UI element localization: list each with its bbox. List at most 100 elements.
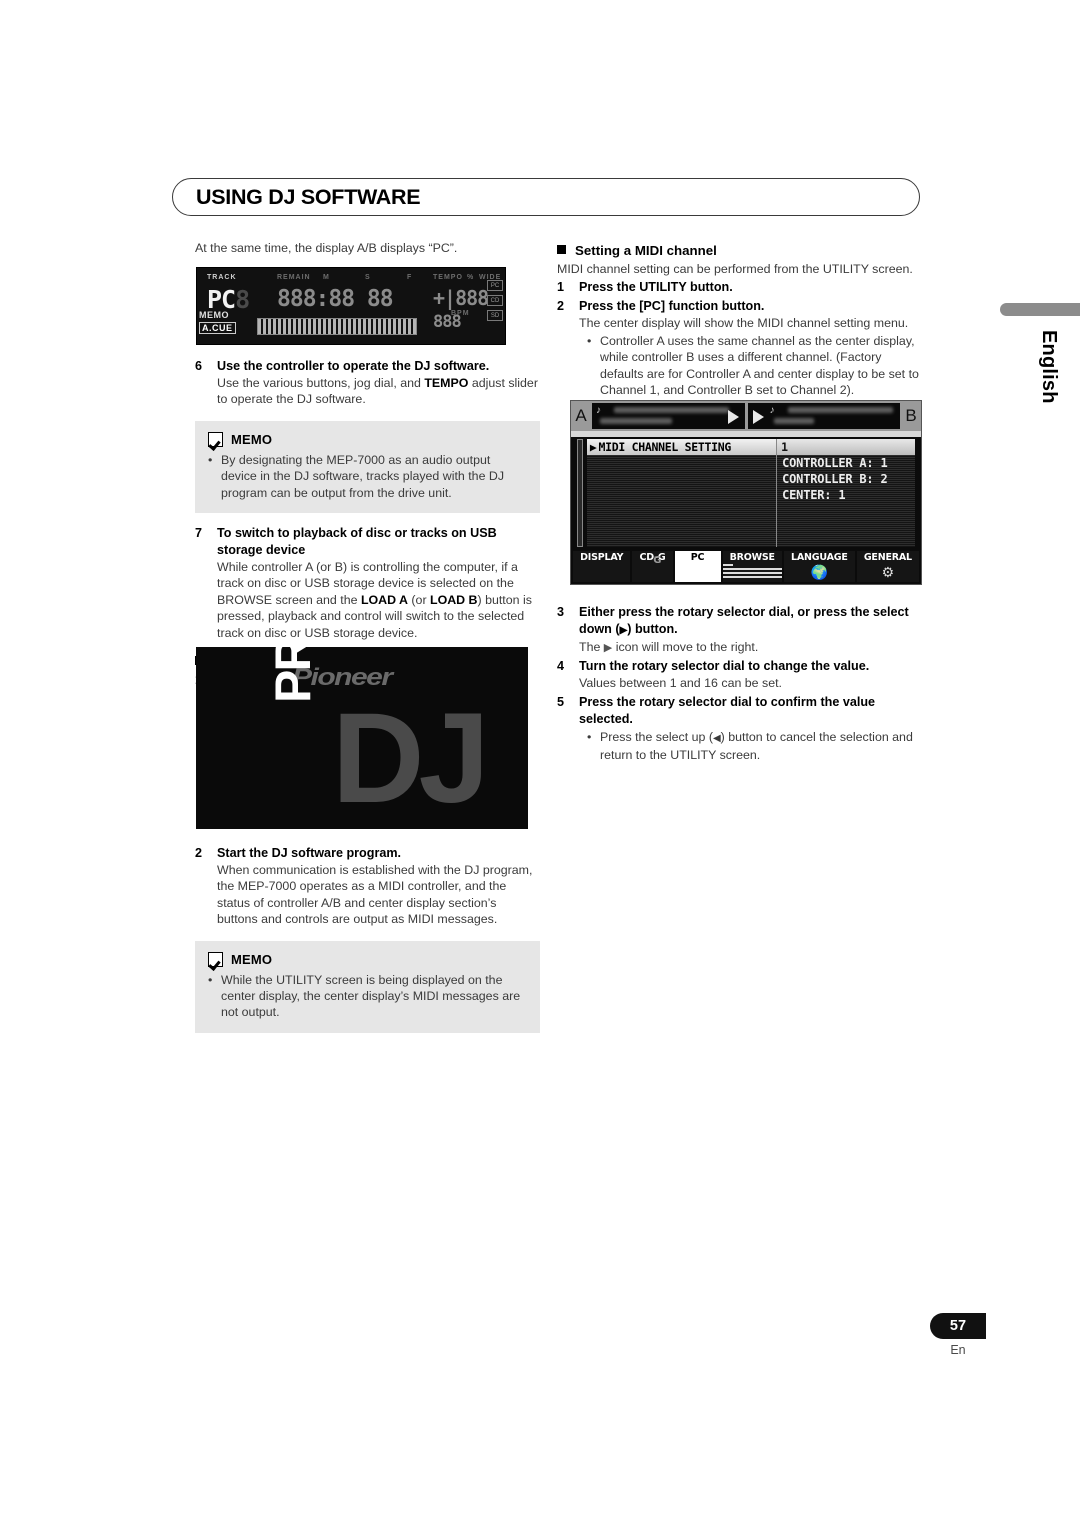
check-icon <box>208 431 223 447</box>
page-title: USING DJ SOFTWARE <box>196 185 421 209</box>
section-midi-intro: MIDI channel setting can be performed fr… <box>557 262 913 276</box>
function-button-browse[interactable]: BROWSE <box>722 551 782 582</box>
lcd-tempo-value: +|888 <box>433 286 489 310</box>
list-icon <box>722 564 782 582</box>
deck-b-track-info: ♪ <box>747 403 900 429</box>
step-2-left-number: 2 <box>195 846 203 860</box>
memo-box-2: MEMO • While the UTILITY screen is being… <box>195 940 540 1033</box>
step-2-right: 2 Press the [PC] function button. The ce… <box>557 298 922 398</box>
function-button-general[interactable]: GENERAL ⚙ <box>856 551 919 582</box>
side-tab-label: English <box>1038 330 1060 404</box>
midi-menu-list[interactable]: ▶ MIDI CHANNEL SETTING <box>586 439 778 547</box>
bullet-dot: • <box>587 729 592 744</box>
midi-menu-item-label: MIDI CHANNEL SETTING <box>598 440 732 454</box>
cursor-arrow-icon: ▶ <box>603 642 613 654</box>
midi-value-center: CENTER: 1 <box>782 488 846 502</box>
midi-value-selected[interactable]: 1 <box>777 439 915 455</box>
dj-wordmark: DJ <box>332 687 490 829</box>
right-column: Setting a MIDI channel MIDI channel sett… <box>557 243 922 398</box>
memo-box-1: MEMO • By designating the MEP-7000 as an… <box>195 420 540 514</box>
step-5-right-title: Press the rotary selector dial to confir… <box>579 694 876 726</box>
deck-status-bar: A ♪ ♪ B <box>571 401 921 431</box>
step-7: 7 To switch to playback of disc or track… <box>195 525 540 641</box>
left-column-body-2: 2 Start the DJ software program. When co… <box>195 843 540 1045</box>
cdg-icon <box>632 564 672 582</box>
function-button-browse-label: BROWSE <box>729 552 775 563</box>
midi-menu-body: ▶ MIDI CHANNEL SETTING 1 CONTROLLER A: 1… <box>571 431 921 551</box>
step-2-right-bullet-text: Controller A uses the same channel as th… <box>600 333 919 398</box>
midi-channel-screen-figure: A ♪ ♪ B ▶ MIDI CHANNEL SETTING 1 CONTROL… <box>570 400 922 585</box>
memo-2-title: MEMO <box>231 951 273 967</box>
lcd-display-figure: TRACK REMAIN M S F TEMPO % WIDE PC8 888:… <box>196 267 506 345</box>
function-button-cdg[interactable]: CD-G <box>632 551 673 582</box>
midi-value-controller-b: CONTROLLER B: 2 <box>782 472 888 486</box>
lcd-label-tempo: TEMPO <box>433 274 463 281</box>
bullet-dot: • <box>587 333 592 348</box>
step-1-right-title: Press the UTILITY button. <box>579 280 733 295</box>
cursor-arrow-icon: ▶ <box>589 440 597 454</box>
lcd-label-acue: A.CUE <box>199 322 236 334</box>
step-6: 6 Use the controller to operate the DJ s… <box>195 358 540 408</box>
step-3-right-desc: The ▶ icon will move to the right. <box>579 640 759 654</box>
lcd-label-m: M <box>323 274 330 281</box>
step-2-left-desc: When communication is established with t… <box>217 863 533 927</box>
lcd-bpm-value: 888 <box>433 312 462 332</box>
step-6-number: 6 <box>195 359 203 373</box>
function-button-bar: DISPLAY CD-G PC BROWSE LANGUAGE 🌍 GENERA… <box>571 551 921 584</box>
lcd-side-button-pc: PC <box>487 280 503 291</box>
pro-wordmark: PRO <box>265 647 321 703</box>
function-button-display[interactable]: DISPLAY <box>573 551 631 582</box>
midi-menu-item-selected[interactable]: ▶ MIDI CHANNEL SETTING <box>586 439 777 455</box>
lcd-label-remain: REMAIN <box>277 274 311 281</box>
step-3-right: 3 Either press the rotary selector dial,… <box>557 604 927 656</box>
step-6-desc: Use the various buttons, jog dial, and T… <box>217 376 538 407</box>
lcd-side-button-sd: SD <box>487 310 503 321</box>
function-button-language[interactable]: LANGUAGE 🌍 <box>783 551 855 582</box>
function-button-general-label: GENERAL <box>863 552 912 563</box>
step-2-left-title: Start the DJ software program. <box>217 846 402 860</box>
midi-value-list[interactable]: 1 CONTROLLER A: 1 CONTROLLER B: 2 CENTER… <box>777 439 915 547</box>
section-midi-label: Setting a MIDI channel <box>575 243 717 258</box>
bullet-dot: • <box>208 972 213 987</box>
step-5-right: 5 Press the rotary selector dial to conf… <box>557 694 927 764</box>
function-button-pc[interactable]: PC <box>674 551 721 582</box>
play-icon <box>752 410 764 424</box>
step-7-number: 7 <box>195 526 203 541</box>
function-button-display-label: DISPLAY <box>580 552 624 563</box>
prodj-logo-figure: Pioneer DJ PRO <box>196 647 528 829</box>
manual-page: USING DJ SOFTWARE English At the same ti… <box>0 0 1080 1528</box>
step-5-right-number: 5 <box>557 694 565 709</box>
music-note-icon: ♪ <box>596 405 601 416</box>
bullet-dot: • <box>208 452 213 467</box>
scrollbar[interactable] <box>577 439 583 547</box>
deck-a-track-info: ♪ <box>592 403 745 429</box>
play-icon <box>727 410 739 424</box>
step-2-right-bullet: • Controller A uses the same channel as … <box>579 333 922 399</box>
step-5-right-bullet-text: Press the select up (◀) button to cancel… <box>600 729 913 763</box>
back-arrow-icon: ◀ <box>712 732 721 744</box>
step-2-right-title: Press the [PC] function button. <box>579 299 765 314</box>
lcd-label-f: F <box>407 274 413 281</box>
lcd-label-percent: % <box>467 274 475 281</box>
lcd-position-bargraph <box>257 318 417 335</box>
pc-icon <box>675 564 721 582</box>
function-button-pc-label: PC <box>690 552 705 563</box>
music-note-icon: ♪ <box>769 405 775 416</box>
disc-icon <box>573 564 630 582</box>
step-4-right-title: Turn the rotary selector dial to change … <box>579 659 870 674</box>
step-2-right-number: 2 <box>557 299 565 314</box>
deck-b-label: B <box>903 403 919 429</box>
page-number-badge: 57 <box>930 1313 986 1339</box>
step-7-title: To switch to playback of disc or tracks … <box>217 526 497 558</box>
memo-2-text: While the UTILITY screen is being displa… <box>221 972 521 1020</box>
lcd-time-value: 888:88 88 <box>277 286 394 312</box>
side-tab-bar <box>1000 303 1080 316</box>
lcd-label-s: S <box>365 274 371 281</box>
step-3-right-title: Either press the rotary selector dial, o… <box>579 605 909 636</box>
lcd-side-button-cd: CD <box>487 295 503 306</box>
step-2-left: 2 Start the DJ software program. When co… <box>195 845 540 928</box>
step-6-title: Use the controller to operate the DJ sof… <box>217 359 490 373</box>
deck-a-label: A <box>573 403 589 429</box>
step-1-right: 1 Press the UTILITY button. <box>557 279 922 296</box>
midi-value-controller-a: CONTROLLER A: 1 <box>782 456 888 470</box>
